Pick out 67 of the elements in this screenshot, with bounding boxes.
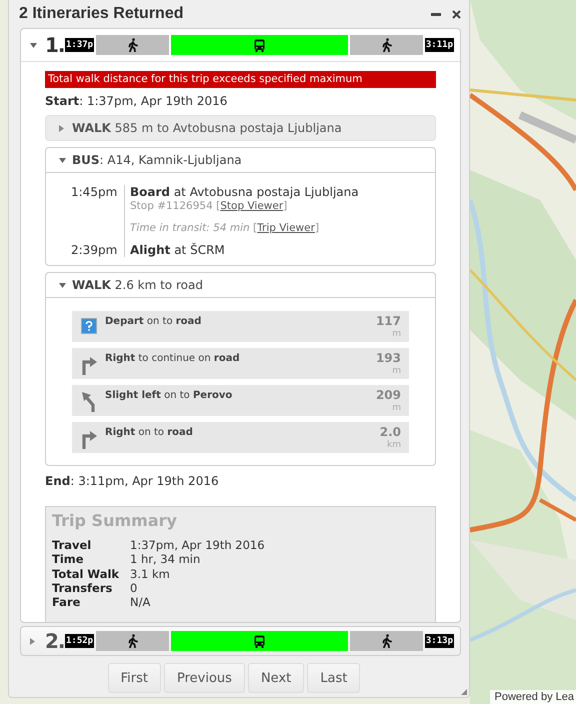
- right-turn-arrow-icon: [80, 355, 96, 375]
- distance-value: 193: [376, 352, 401, 365]
- expand-caret-icon[interactable]: [30, 638, 35, 644]
- minimize-icon[interactable]: [431, 12, 441, 16]
- direction-text: Right on to road: [105, 427, 193, 438]
- walking-person-icon: [380, 634, 392, 648]
- end-time-text: End: 3:11pm, Apr 19th 2016: [45, 474, 220, 489]
- collapse-caret-icon[interactable]: [59, 282, 66, 288]
- page-button[interactable]: Next: [248, 663, 304, 693]
- walking-person-icon: [380, 38, 392, 52]
- summary-title: Trip Summary: [52, 511, 178, 530]
- distance-unit: m: [392, 402, 401, 414]
- slight-left-arrow-icon: [82, 392, 96, 412]
- summary-value: 3.1 km: [130, 566, 171, 581]
- time-text: 1:45pm: [71, 185, 118, 201]
- close-icon[interactable]: [452, 10, 461, 18]
- summary-label: Time: [52, 552, 85, 567]
- distance-unit: km: [387, 439, 401, 451]
- time-label: 3:13p: [424, 634, 454, 648]
- board-text: Board at Avtobusna postaja Ljubljana: [130, 185, 360, 199]
- summary-value: 1:37pm, Apr 19th 2016: [130, 538, 266, 552]
- direction-text: Right to continue on road: [105, 353, 240, 364]
- summary-label: Transfers: [52, 580, 114, 596]
- resize-handle-icon[interactable]: [461, 689, 467, 695]
- trip-viewer-link[interactable]: [Trip Viewer]: [253, 222, 320, 234]
- summary-label: Travel: [52, 538, 92, 552]
- question-mark-icon: [80, 318, 96, 334]
- distance-value: 117: [376, 315, 401, 328]
- direction-text: Slight left on to Perovo: [105, 390, 232, 401]
- summary-value: 0: [130, 580, 138, 596]
- itinerary-number: 1.: [45, 33, 64, 57]
- collapse-caret-icon[interactable]: [30, 42, 37, 48]
- time-text: 2:39pm: [71, 243, 118, 257]
- leg-header[interactable]: WALK 585 m to Avtobusna postaja Ljubljana: [46, 116, 435, 140]
- distance-value: 209: [376, 389, 401, 402]
- stop-number-text: Stop #1126954: [130, 200, 213, 212]
- stop-viewer-link[interactable]: [Stop Viewer]: [216, 200, 288, 212]
- itinerary-number: 2.: [45, 629, 64, 653]
- collapse-caret-icon[interactable]: [59, 158, 66, 162]
- right-turn-arrow-icon: [80, 429, 96, 449]
- distance-unit: m: [392, 328, 401, 340]
- walking-person-icon: [127, 38, 138, 52]
- page-button[interactable]: Previous: [164, 663, 245, 693]
- time-label: 1:37p: [65, 38, 94, 52]
- attribution-text: Powered by Lea: [490, 690, 576, 704]
- bus-icon: [254, 38, 265, 52]
- summary-label: Total Walk: [52, 566, 120, 581]
- alight-text: Alight at ŠCRM: [130, 243, 225, 257]
- distance-value: 2.0: [380, 426, 401, 439]
- panel-title: 2 Itineraries Returned: [19, 5, 184, 23]
- time-label: 1:52p: [65, 634, 94, 648]
- leg-header[interactable]: WALK 2.6 km to road: [46, 273, 435, 298]
- transit-time-text: Time in transit: 54 min: [130, 222, 250, 234]
- walking-person-icon: [127, 634, 138, 648]
- summary-value: N/A: [130, 595, 152, 610]
- distance-unit: m: [392, 365, 401, 377]
- page-button[interactable]: First: [108, 663, 161, 693]
- time-label: 3:11p: [424, 38, 454, 52]
- summary-label: Fare: [52, 595, 82, 610]
- expand-caret-icon[interactable]: [59, 124, 64, 132]
- bus-icon: [254, 634, 265, 648]
- page-button[interactable]: Last: [307, 663, 360, 693]
- warning-banner: Total walk distance for this trip exceeds specified maximum: [45, 71, 436, 88]
- leg-header[interactable]: BUS: A14, Kamnik-Ljubljana: [46, 148, 435, 173]
- direction-text: Depart on to road: [105, 316, 202, 327]
- start-time-text: Start: 1:37pm, Apr 19th 2016: [45, 94, 228, 109]
- summary-value: 1 hr, 34 min: [130, 552, 202, 567]
